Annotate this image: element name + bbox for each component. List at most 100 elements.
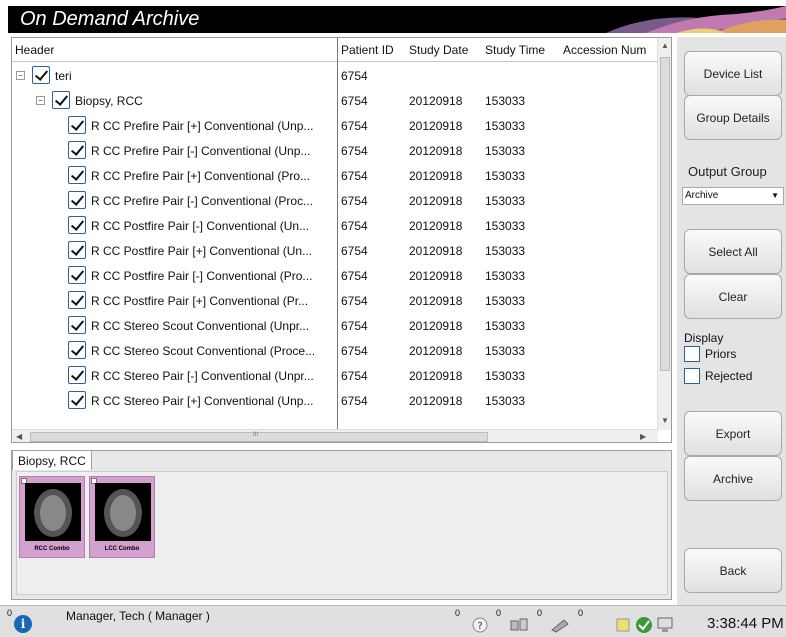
tree-row[interactable]: − teri 6754 bbox=[12, 64, 658, 89]
row-label: R CC Postfire Pair [-] Conventional (Un.… bbox=[91, 219, 310, 233]
row-checkbox[interactable] bbox=[68, 116, 86, 134]
mammogram-image bbox=[95, 483, 151, 541]
network-count: 0 bbox=[496, 608, 502, 618]
row-study-time: 153033 bbox=[485, 119, 526, 133]
scroll-down-icon[interactable]: ▼ bbox=[661, 416, 669, 425]
alert-count: 0 bbox=[7, 608, 13, 618]
clear-button[interactable]: Clear bbox=[684, 274, 782, 319]
group-details-button[interactable]: Group Details bbox=[684, 95, 782, 140]
tree-row[interactable]: R CC Stereo Pair [+] Conventional (Unp..… bbox=[12, 389, 658, 414]
scroll-grip: III bbox=[253, 432, 259, 438]
row-study-date: 20120918 bbox=[409, 144, 463, 158]
tree-row[interactable]: R CC Postfire Pair [+] Conventional (Pr.… bbox=[12, 289, 658, 314]
action-sidebar: Device List Group Details Output Group A… bbox=[677, 37, 786, 605]
notes-icon[interactable] bbox=[613, 616, 633, 634]
tree-row[interactable]: R CC Prefire Pair [-] Conventional (Unp.… bbox=[12, 139, 658, 164]
header-col-accession-num[interactable]: Accession Num bbox=[563, 43, 646, 57]
row-checkbox[interactable] bbox=[68, 391, 86, 409]
rejected-checkbox[interactable] bbox=[684, 368, 700, 384]
horizontal-scrollbar[interactable]: ◀ III ▶ bbox=[12, 429, 658, 442]
group-details-label: Group Details bbox=[696, 111, 770, 125]
export-button[interactable]: Export bbox=[684, 411, 782, 456]
row-patient-id: 6754 bbox=[341, 369, 368, 383]
header-col-study-time[interactable]: Study Time bbox=[485, 43, 545, 57]
select-all-button[interactable]: Select All bbox=[684, 229, 782, 274]
export-label: Export bbox=[715, 427, 751, 441]
tree-row[interactable]: R CC Postfire Pair [+] Conventional (Un.… bbox=[12, 239, 658, 264]
row-study-date: 20120918 bbox=[409, 369, 463, 383]
header-col-study-date[interactable]: Study Date bbox=[409, 43, 468, 57]
row-label: R CC Stereo Scout Conventional (Unpr... bbox=[91, 319, 310, 333]
scroll-left-icon[interactable]: ◀ bbox=[16, 432, 22, 441]
row-study-time: 153033 bbox=[485, 169, 526, 183]
expander-icon[interactable]: − bbox=[16, 71, 25, 80]
row-patient-id: 6754 bbox=[341, 269, 368, 283]
row-study-date: 20120918 bbox=[409, 319, 463, 333]
row-label: R CC Prefire Pair [+] Conventional (Pro.… bbox=[91, 169, 311, 183]
row-study-date: 20120918 bbox=[409, 169, 463, 183]
row-study-date: 20120918 bbox=[409, 119, 463, 133]
system-computer-icon[interactable] bbox=[655, 616, 675, 634]
row-study-time: 153033 bbox=[485, 294, 526, 308]
row-study-time: 153033 bbox=[485, 344, 526, 358]
header-col-patient-id[interactable]: Patient ID bbox=[341, 43, 394, 57]
row-label: R CC Prefire Pair [+] Conventional (Unp.… bbox=[91, 119, 314, 133]
row-checkbox[interactable] bbox=[32, 66, 50, 84]
back-button[interactable]: Back bbox=[684, 548, 782, 593]
info-icon[interactable]: i bbox=[14, 615, 32, 633]
row-checkbox[interactable] bbox=[68, 291, 86, 309]
tree-row[interactable]: − Biopsy, RCC 6754 20120918 153033 bbox=[12, 89, 658, 114]
help-count: 0 bbox=[455, 608, 461, 618]
tree-row[interactable]: R CC Postfire Pair [-] Conventional (Pro… bbox=[12, 264, 658, 289]
row-checkbox[interactable] bbox=[68, 266, 86, 284]
tree-row[interactable]: R CC Stereo Scout Conventional (Proce...… bbox=[12, 339, 658, 364]
printer-icon[interactable] bbox=[550, 616, 570, 634]
rejected-label: Rejected bbox=[705, 369, 753, 383]
scroll-up-icon[interactable]: ▲ bbox=[661, 41, 669, 50]
study-tree[interactable]: Header Patient ID Study Date Study Time … bbox=[11, 37, 672, 443]
row-patient-id: 6754 bbox=[341, 219, 368, 233]
vertical-scrollbar[interactable]: ▲ ▼ bbox=[657, 38, 671, 430]
archive-label: Archive bbox=[712, 472, 753, 486]
thumbnail-rcc-combo[interactable]: RCC Combo bbox=[19, 476, 85, 558]
horizontal-scroll-thumb[interactable]: III bbox=[30, 432, 488, 442]
tree-row[interactable]: R CC Prefire Pair [+] Conventional (Unp.… bbox=[12, 114, 658, 139]
row-checkbox[interactable] bbox=[68, 191, 86, 209]
row-checkbox[interactable] bbox=[68, 341, 86, 359]
output-group-value: Archive bbox=[685, 190, 719, 201]
network-icon[interactable] bbox=[509, 616, 529, 634]
expander-icon[interactable]: − bbox=[36, 96, 45, 105]
row-checkbox[interactable] bbox=[68, 241, 86, 259]
tree-row[interactable]: R CC Postfire Pair [-] Conventional (Un.… bbox=[12, 214, 658, 239]
scroll-right-icon[interactable]: ▶ bbox=[640, 432, 646, 441]
tree-row[interactable]: R CC Prefire Pair [-] Conventional (Proc… bbox=[12, 189, 658, 214]
row-checkbox[interactable] bbox=[68, 166, 86, 184]
tab-biopsy-rcc[interactable]: Biopsy, RCC bbox=[12, 450, 92, 470]
row-label: R CC Stereo Pair [+] Conventional (Unp..… bbox=[91, 394, 314, 408]
header-col-header[interactable]: Header bbox=[15, 43, 54, 57]
row-checkbox[interactable] bbox=[68, 366, 86, 384]
row-label: R CC Prefire Pair [-] Conventional (Proc… bbox=[91, 194, 314, 208]
thumbnail-lcc-combo[interactable]: LCC Combo bbox=[89, 476, 155, 558]
vertical-scroll-thumb[interactable] bbox=[660, 57, 670, 371]
output-group-select[interactable]: Archive ▼ bbox=[682, 187, 784, 205]
row-patient-id: 6754 bbox=[341, 169, 368, 183]
help-icon[interactable]: ? bbox=[470, 616, 490, 634]
thumbnail-label: LCC Combo bbox=[104, 546, 140, 552]
row-study-date: 20120918 bbox=[409, 269, 463, 283]
status-bar: 0 i Manager, Tech ( Manager ) 0 ? 0 0 0 … bbox=[0, 605, 786, 637]
row-checkbox[interactable] bbox=[52, 91, 70, 109]
title-bar: On Demand Archive bbox=[8, 6, 786, 33]
row-label: teri bbox=[55, 69, 72, 83]
row-checkbox[interactable] bbox=[68, 216, 86, 234]
tree-row[interactable]: R CC Prefire Pair [+] Conventional (Pro.… bbox=[12, 164, 658, 189]
device-list-button[interactable]: Device List bbox=[684, 51, 782, 96]
priors-checkbox[interactable] bbox=[684, 346, 700, 362]
archive-button[interactable]: Archive bbox=[684, 456, 782, 501]
tree-row[interactable]: R CC Stereo Pair [-] Conventional (Unpr.… bbox=[12, 364, 658, 389]
check-status-icon[interactable] bbox=[634, 616, 654, 634]
row-study-date: 20120918 bbox=[409, 394, 463, 408]
row-checkbox[interactable] bbox=[68, 316, 86, 334]
tree-row[interactable]: R CC Stereo Scout Conventional (Unpr... 6… bbox=[12, 314, 658, 339]
row-checkbox[interactable] bbox=[68, 141, 86, 159]
